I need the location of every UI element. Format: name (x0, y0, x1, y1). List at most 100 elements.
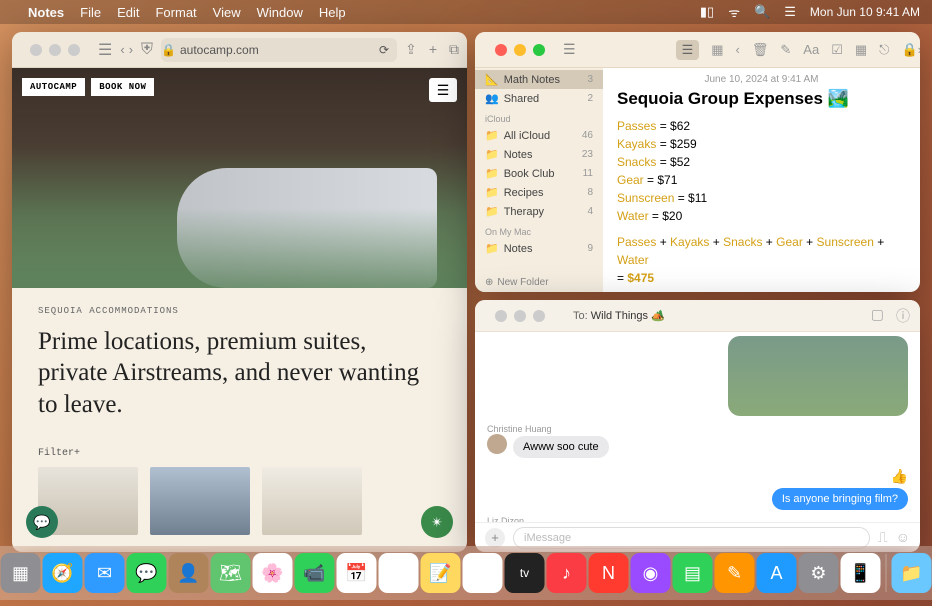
dock-app-facetime[interactable]: 📹 (295, 553, 335, 593)
dock-app-tv[interactable]: tv (505, 553, 545, 593)
dock-app-contacts[interactable]: 👤 (169, 553, 209, 593)
shield-icon[interactable]: ⛨ (141, 41, 153, 59)
chat-fab-icon[interactable]: 💬 (26, 506, 58, 538)
dock-downloads[interactable]: 📁 (892, 553, 932, 593)
control-center-icon[interactable]: ☰ (784, 4, 796, 20)
menu-help[interactable]: Help (319, 5, 346, 20)
menubar-datetime[interactable]: Mon Jun 10 9:41 AM (810, 5, 920, 19)
dock-app-news[interactable]: N (589, 553, 629, 593)
dock-app-settings[interactable]: ⚙ (799, 553, 839, 593)
dock-app-photos[interactable]: 🌸 (253, 553, 293, 593)
sidebar-item[interactable]: 📁Therapy4 (475, 202, 603, 221)
folder-icon: 📁 (485, 129, 499, 142)
folder-icon: 📁 (485, 242, 499, 255)
list-view-icon[interactable]: ☰ (676, 40, 700, 60)
hamburger-icon[interactable]: ☰ (429, 78, 457, 102)
logo-badge[interactable]: AUTOCAMP (22, 78, 85, 96)
dock-app-pages[interactable]: ✎ (715, 553, 755, 593)
hero-image: AUTOCAMP BOOK NOW ☰ (12, 68, 467, 288)
back-icon[interactable]: ‹ (736, 42, 740, 57)
note-title: Sequoia Group Expenses 🏞️ (617, 89, 906, 109)
sidebar-item-math-notes[interactable]: 📐Math Notes3 (475, 70, 603, 89)
dock-app-calendar[interactable]: 📅 (337, 553, 377, 593)
format-icon[interactable]: Aa (803, 42, 819, 57)
audio-icon[interactable]: ⎍ (878, 529, 888, 546)
avatar[interactable] (487, 434, 507, 454)
filter-button[interactable]: Filter+ (38, 448, 441, 459)
menubar: Notes File Edit Format View Window Help … (0, 0, 932, 24)
sender-name: Liz Dizon (487, 516, 908, 522)
accessibility-fab-icon[interactable]: ✴ (421, 506, 453, 538)
menu-file[interactable]: File (80, 5, 101, 20)
sidebar-item[interactable]: 📁Recipes8 (475, 183, 603, 202)
share-icon[interactable]: ⇪ (405, 41, 417, 58)
window-controls[interactable] (485, 44, 555, 56)
note-body[interactable]: June 10, 2024 at 9:41 AM Sequoia Group E… (603, 68, 920, 292)
compose-icon[interactable]: ✎ (780, 42, 791, 58)
dock-app-freeform[interactable]: ✏ (463, 553, 503, 593)
search-icon[interactable]: 🔍 (754, 4, 770, 20)
thumbnail-2[interactable] (150, 467, 250, 535)
address-bar[interactable]: 🔒autocamp.com⟳ (161, 38, 397, 62)
dock-app-safari[interactable]: 🧭 (43, 553, 83, 593)
dock-app-iphone[interactable]: 📱 (841, 553, 881, 593)
battery-icon[interactable]: ▮▯ (700, 4, 714, 20)
dock-app-numbers[interactable]: ▤ (673, 553, 713, 593)
reload-icon[interactable]: ⟳ (379, 43, 397, 57)
message-bubble-sent[interactable]: Is anyone bringing film? (772, 488, 908, 510)
tabs-icon[interactable]: ⧉ (449, 41, 459, 58)
message-bubble[interactable]: Awww soo cute (513, 436, 609, 458)
thumbnail-3[interactable] (262, 467, 362, 535)
sidebar-item[interactable]: 📁All iCloud46 (475, 126, 603, 145)
dock-app-maps[interactable]: 🗺 (211, 553, 251, 593)
emoji-icon[interactable]: ☺ (896, 529, 910, 546)
sidebar-item[interactable]: 📁Book Club11 (475, 164, 603, 183)
dock-app-notes[interactable]: 📝 (421, 553, 461, 593)
table-icon[interactable]: ▦ (855, 42, 867, 58)
menu-window[interactable]: Window (257, 5, 303, 20)
eyebrow-text: SEQUOIA ACCOMMODATIONS (38, 306, 441, 316)
sidebar-item[interactable]: 📁Notes23 (475, 145, 603, 164)
sidebar-header-local: On My Mac (475, 221, 603, 239)
menu-view[interactable]: View (213, 5, 241, 20)
grid-view-icon[interactable]: ▦ (711, 42, 723, 58)
reaction-icon[interactable]: 👍 (891, 468, 908, 484)
sidebar-item-shared[interactable]: 👥Shared2 (475, 89, 603, 108)
lock-icon[interactable]: 🔒 (901, 42, 917, 58)
window-controls[interactable] (20, 44, 90, 56)
menu-format[interactable]: Format (155, 5, 196, 20)
menu-edit[interactable]: Edit (117, 5, 139, 20)
dock-app-mail[interactable]: ✉ (85, 553, 125, 593)
apps-button-icon[interactable]: + (485, 528, 505, 548)
dock-app-messages[interactable]: 💬 (127, 553, 167, 593)
folder-icon: 📁 (485, 167, 499, 180)
forward-icon[interactable]: › (129, 42, 133, 57)
book-now-button[interactable]: BOOK NOW (91, 78, 154, 96)
checklist-icon[interactable]: ☑ (831, 42, 843, 58)
window-controls[interactable] (485, 310, 555, 322)
notes-sidebar: 📐Math Notes3 👥Shared2 iCloud 📁All iCloud… (475, 68, 603, 292)
dock-app-podcasts[interactable]: ◉ (631, 553, 671, 593)
wifi-icon[interactable]: ᯤ (728, 3, 740, 21)
media-icon[interactable]: ⎋ (879, 42, 889, 58)
info-icon[interactable]: ⓘ (896, 306, 910, 326)
dock-separator (886, 554, 887, 592)
trash-icon[interactable]: 🗑 (752, 42, 769, 58)
recipient[interactable]: Wild Things 🏕️ (591, 310, 665, 322)
new-folder-button[interactable]: ⊕New Folder (485, 277, 549, 288)
shared-photo[interactable] (728, 336, 908, 416)
sidebar-toggle-icon[interactable]: ☰ (563, 41, 576, 58)
safari-window: ☰ ‹ › ⛨ 🔒autocamp.com⟳ ⇪ + ⧉ AUTOCAMP BOOK … (12, 32, 467, 552)
dock-app-reminders[interactable]: ☑ (379, 553, 419, 593)
more-icon[interactable]: » (918, 42, 920, 58)
dock-app-music[interactable]: ♪ (547, 553, 587, 593)
folder-icon: 📁 (485, 186, 499, 199)
app-name[interactable]: Notes (28, 5, 64, 20)
dock-app-appstore[interactable]: A (757, 553, 797, 593)
sidebar-item[interactable]: 📁Notes9 (475, 239, 603, 258)
dock-app-launchpad[interactable]: ▦ (1, 553, 41, 593)
new-tab-icon[interactable]: + (429, 41, 437, 58)
back-icon[interactable]: ‹ (120, 42, 124, 57)
video-call-icon[interactable]: ▢ (871, 306, 884, 326)
sidebar-toggle-icon[interactable]: ☰ (98, 40, 112, 60)
